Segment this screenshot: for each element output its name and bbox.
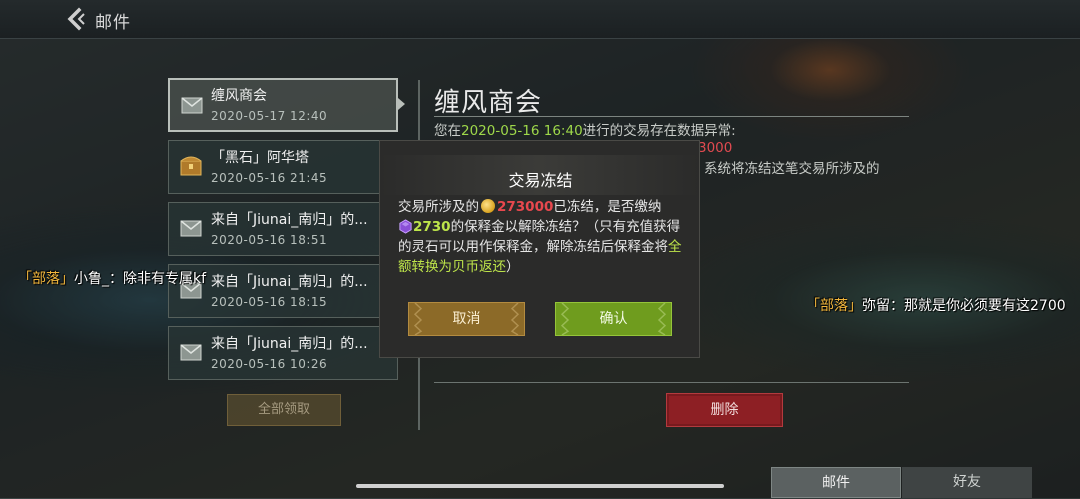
dialog-text: ） [506,259,520,275]
divider [434,116,909,117]
dialog-message: 交易所涉及的 273000已冻结，是否缴纳 2730的保释金以解除冻结？（只有充值… [398,197,688,277]
coin-icon [481,199,495,213]
cancel-label: 取消 [452,311,481,327]
mail-title: 「黑石」阿华塔 [211,150,309,166]
gem-amount: 2730 [413,219,451,235]
button-ornament-icon [510,303,520,335]
mail-item[interactable]: 来自「Jiunai_南归」的... 2020-05-16 10:26 [168,326,398,380]
detail-date: 2020-05-16 16:40 [461,123,583,139]
mail-time: 2020-05-16 18:51 [211,233,328,247]
dialog-title: 交易冻结 [508,171,573,190]
envelope-icon [180,220,202,237]
top-bar: 邮件 [0,0,1080,39]
treasure-chest-icon [180,156,202,176]
button-ornament-icon [413,303,423,335]
selected-indicator [398,98,405,110]
confirm-label: 确认 [599,311,628,327]
mail-title: 缠风商会 [211,88,267,104]
mail-item[interactable]: 来自「Jiunai_南归」的... 2020-05-16 18:51 [168,202,398,256]
mail-item[interactable]: 缠风商会 2020-05-17 12:40 [168,78,398,132]
detail-amount: 3000 [698,140,733,156]
tab-mail[interactable]: 邮件 [771,467,901,498]
delete-button[interactable]: 删除 [666,393,783,427]
mail-time: 2020-05-16 18:15 [211,295,328,309]
mail-title: 来自「Jiunai_南归」的... [211,274,368,290]
mail-time: 2020-05-16 21:45 [211,171,328,185]
chat-text: 小鲁_：除非有专属kf [74,271,207,287]
button-ornament-icon [657,303,667,335]
gem-icon [399,219,412,234]
chat-message: 「部落」弥留：那就是你必须要有这2700 [806,295,1066,315]
mail-detail-body: 您在2020-05-16 16:40进行的交易存在数据异常: [434,122,914,140]
chat-text: 弥留：那就是你必须要有这2700 [862,298,1066,314]
mail-time: 2020-05-17 12:40 [211,109,328,123]
envelope-icon [180,344,202,361]
cancel-button[interactable]: 取消 [408,302,525,336]
mail-item[interactable]: 「黑石」阿华塔 2020-05-16 21:45 [168,140,398,194]
mail-time: 2020-05-16 10:26 [211,357,328,371]
detail-text: 进行的交易存在数据异常: [582,123,736,139]
mail-title: 来自「Jiunai_南归」的... [211,336,368,352]
mail-detail-title: 缠风商会 [434,88,543,118]
detail-text: 您在 [434,123,461,139]
coin-amount: 273000 [497,199,554,215]
chat-channel-tag: 「部落」 [806,298,862,314]
tab-friends[interactable]: 好友 [902,467,1032,498]
chevron-left-icon[interactable] [64,7,88,31]
envelope-icon [181,97,203,114]
page-title: 邮件 [95,13,131,33]
mail-title: 来自「Jiunai_南归」的... [211,212,368,228]
detail-text: 系统将冻结这笔交易所涉及的 [704,161,880,177]
chat-message: 「部落」小鲁_：除非有专属kf [18,268,206,288]
confirm-button[interactable]: 确认 [555,302,672,336]
dialog-text: 交易所涉及的 [398,199,479,215]
collect-all-button[interactable]: 全部领取 [227,394,341,426]
home-indicator[interactable] [356,484,724,488]
chat-channel-tag: 「部落」 [18,271,74,287]
divider [434,382,909,383]
button-ornament-icon [560,303,570,335]
freeze-dialog: 交易冻结 交易所涉及的 273000已冻结，是否缴纳 2730的保释金以解除冻结？… [379,140,700,358]
dialog-text: 已冻结，是否缴纳 [553,199,662,215]
